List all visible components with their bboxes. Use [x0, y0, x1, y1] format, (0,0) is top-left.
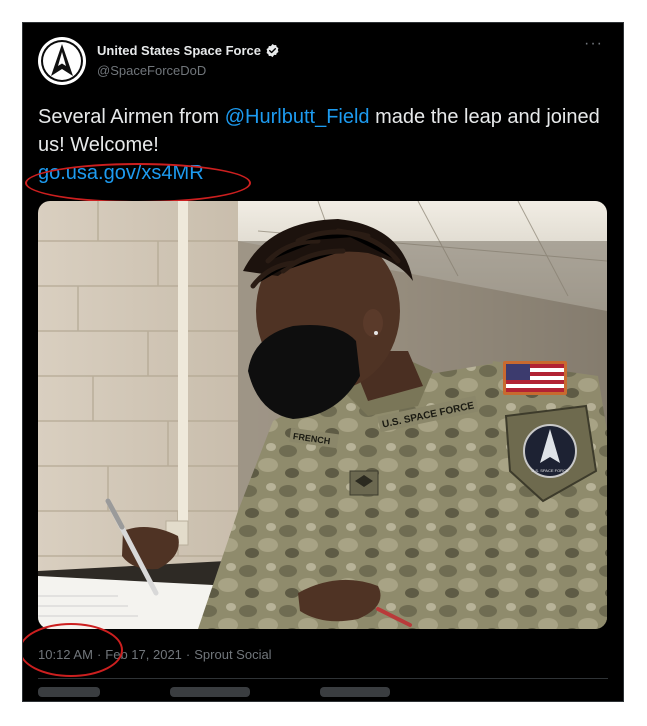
shoulder-patch-text: U.S. SPACE FORCE [531, 468, 569, 473]
tweet-url-link[interactable]: go.usa.gov/xs4MR [38, 159, 204, 187]
tweet-date[interactable]: Feb 17, 2021 [105, 647, 182, 662]
photo-scene: FRENCH U.S. SPACE FORCE U.S. SPACE FORCE [38, 201, 607, 629]
verified-badge-icon [265, 43, 280, 58]
meta-separator: · [96, 647, 102, 662]
tweet-source[interactable]: Sprout Social [194, 647, 271, 662]
meta-separator: · [185, 647, 191, 662]
author-name-row[interactable]: United States Space Force [97, 43, 280, 58]
display-name[interactable]: United States Space Force [97, 43, 261, 58]
tweet-time[interactable]: 10:12 AM [38, 647, 93, 662]
quote-stat-placeholder [170, 687, 250, 697]
mention-link[interactable]: @Hurlbutt_Field [225, 106, 370, 128]
stats-divider [38, 678, 608, 679]
tweet-text: Several Airmen from @Hurlbutt_Field made… [38, 103, 608, 187]
tweet-text-prefix: Several Airmen from [38, 106, 225, 128]
like-stat-placeholder [320, 687, 390, 697]
engagement-stats-row [38, 687, 390, 697]
tweet-photo[interactable]: FRENCH U.S. SPACE FORCE U.S. SPACE FORCE [38, 201, 607, 629]
avatar[interactable] [38, 37, 86, 85]
more-horizontal-icon[interactable]: ··· [584, 35, 603, 53]
space-force-delta-logo-icon [41, 40, 83, 82]
author-handle[interactable]: @SpaceForceDoD [97, 63, 206, 78]
us-flag-patch [503, 361, 567, 395]
retweet-stat-placeholder [38, 687, 100, 697]
tweet-card[interactable]: United States Space Force @SpaceForceDoD… [22, 22, 624, 702]
tweet-meta: 10:12 AM · Feb 17, 2021 · Sprout Social [38, 647, 272, 662]
